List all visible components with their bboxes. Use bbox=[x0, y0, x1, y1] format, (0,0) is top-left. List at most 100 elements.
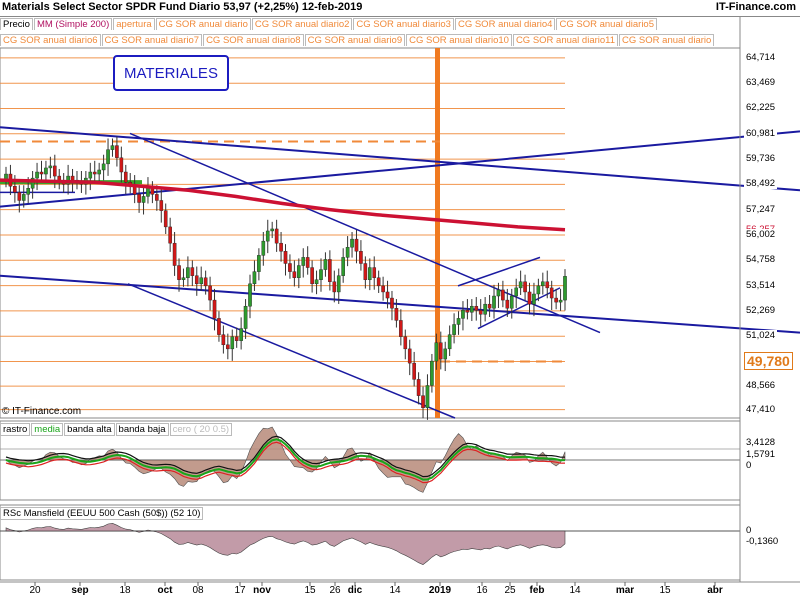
candle-body bbox=[155, 194, 159, 201]
legend-item-5: CG SOR anual diario3 bbox=[353, 18, 454, 30]
x-axis-label: 2019 bbox=[428, 585, 452, 596]
x-axis-label: sep bbox=[71, 585, 89, 596]
x-axis-label: 16 bbox=[476, 585, 488, 596]
candle-body bbox=[456, 318, 461, 325]
candle-body bbox=[137, 194, 141, 203]
x-axis-label: nov bbox=[253, 585, 271, 596]
oscillator-legend-item: banda baja bbox=[115, 423, 169, 436]
candle-body bbox=[301, 257, 306, 266]
candle-body bbox=[336, 275, 341, 293]
candle-body bbox=[243, 305, 248, 329]
candle-body bbox=[438, 342, 443, 360]
oscillator-legend-item: media bbox=[31, 423, 64, 436]
candle-body bbox=[279, 242, 283, 252]
candle-body bbox=[452, 324, 456, 335]
candle-body bbox=[461, 310, 465, 319]
candle-body bbox=[532, 293, 536, 305]
candle-body bbox=[123, 171, 128, 183]
candle-body bbox=[292, 271, 297, 278]
x-axis-label: 15 bbox=[304, 585, 316, 596]
rsc-legend-label: RSc Mansfield (EEUU 500 Cash (50$)) (52 … bbox=[0, 507, 204, 520]
candle-body bbox=[385, 291, 390, 299]
candle-body bbox=[92, 171, 97, 175]
candle-body bbox=[496, 289, 501, 297]
legend-item-b-4: CG SOR anual diario10 bbox=[406, 34, 512, 46]
candle-body bbox=[305, 257, 310, 268]
candle-body bbox=[447, 334, 452, 350]
candle-body bbox=[110, 145, 115, 150]
legend-item-b-0: CG SOR anual diario6 bbox=[0, 34, 101, 46]
candle-body bbox=[523, 281, 527, 293]
x-axis-label: feb bbox=[529, 585, 545, 596]
x-axis-label: 15 bbox=[659, 585, 671, 596]
candle-body bbox=[288, 263, 292, 272]
candle-body bbox=[310, 267, 314, 285]
legend-item-1: MM (Simple 200) bbox=[33, 18, 113, 30]
legend-item-3: CG SOR anual diario bbox=[155, 18, 251, 30]
candle-body bbox=[527, 291, 532, 305]
candle-body bbox=[505, 299, 510, 309]
candle-body bbox=[150, 188, 155, 195]
candle-body bbox=[53, 165, 57, 177]
rsc-axis-label: -0,1360 bbox=[744, 536, 781, 547]
candle-body bbox=[194, 275, 199, 285]
candle-body bbox=[376, 277, 381, 287]
candle-body bbox=[367, 267, 372, 280]
candle-body bbox=[297, 265, 301, 278]
legend-item-7: CG SOR anual diario5 bbox=[556, 18, 658, 30]
candle-body bbox=[319, 269, 323, 280]
candle-body bbox=[21, 194, 26, 201]
candle-body bbox=[363, 263, 368, 280]
candle-body bbox=[208, 285, 212, 301]
candle-body bbox=[39, 171, 44, 175]
candle-body bbox=[345, 247, 350, 258]
candle-body bbox=[141, 196, 146, 203]
x-axis-label: 20 bbox=[29, 585, 41, 596]
candle-body bbox=[541, 281, 545, 287]
candle-body bbox=[425, 385, 430, 409]
oscillator-legend-item: cero ( 20 0.5) bbox=[169, 423, 233, 436]
candle-body bbox=[181, 277, 186, 280]
candle-body bbox=[270, 228, 274, 232]
candle-body bbox=[514, 287, 518, 297]
candle-body bbox=[470, 305, 474, 313]
legend-item-b-5: CG SOR anual diario11 bbox=[512, 34, 619, 46]
candle-body bbox=[474, 305, 479, 311]
candle-body bbox=[549, 287, 554, 299]
x-axis-label: dic bbox=[347, 585, 363, 596]
candle-body bbox=[412, 362, 416, 380]
watermark: © IT-Finance.com bbox=[2, 406, 82, 417]
rsc-axis: 0 -0,1360 bbox=[740, 0, 800, 580]
candle-body bbox=[159, 200, 164, 211]
candle-body bbox=[492, 295, 496, 309]
candle-body bbox=[115, 145, 119, 158]
candle-body bbox=[217, 318, 221, 335]
candle-body bbox=[252, 271, 257, 285]
oscillator-legend-item: banda alta bbox=[64, 423, 115, 436]
legend-item-b-3: CG SOR anual diario9 bbox=[304, 34, 406, 46]
legend-item-b-6: CG SOR anual diario bbox=[619, 34, 715, 46]
legend-item-b-1: CG SOR anual diario7 bbox=[101, 34, 203, 46]
candle-body bbox=[558, 299, 563, 303]
candle-body bbox=[323, 259, 328, 270]
candle-body bbox=[554, 297, 558, 303]
legend-item-0: Precio bbox=[0, 18, 33, 30]
x-axis-label: 14 bbox=[569, 585, 581, 596]
chart-title: Materials Select Sector SPDR Fund Diario… bbox=[2, 1, 363, 13]
candle-body bbox=[434, 342, 439, 362]
candle-body bbox=[403, 336, 408, 350]
x-axis-label: mar bbox=[615, 585, 635, 596]
candle-body bbox=[283, 251, 288, 264]
rsc-legend: RSc Mansfield (EEUU 500 Cash (50$)) (52 … bbox=[0, 507, 204, 520]
candle-body bbox=[101, 163, 106, 171]
candle-body bbox=[106, 149, 110, 165]
candle-body bbox=[314, 279, 319, 285]
candle-body bbox=[70, 175, 75, 181]
candle-body bbox=[416, 379, 421, 396]
candle-body bbox=[536, 285, 541, 295]
chart-root: Materials Select Sector SPDR Fund Diario… bbox=[0, 0, 800, 600]
candle-body bbox=[190, 267, 195, 276]
legend-item-4: CG SOR anual diario2 bbox=[251, 18, 353, 30]
oscillator-legend-item: rastro bbox=[0, 423, 31, 436]
candle-body bbox=[381, 285, 385, 293]
